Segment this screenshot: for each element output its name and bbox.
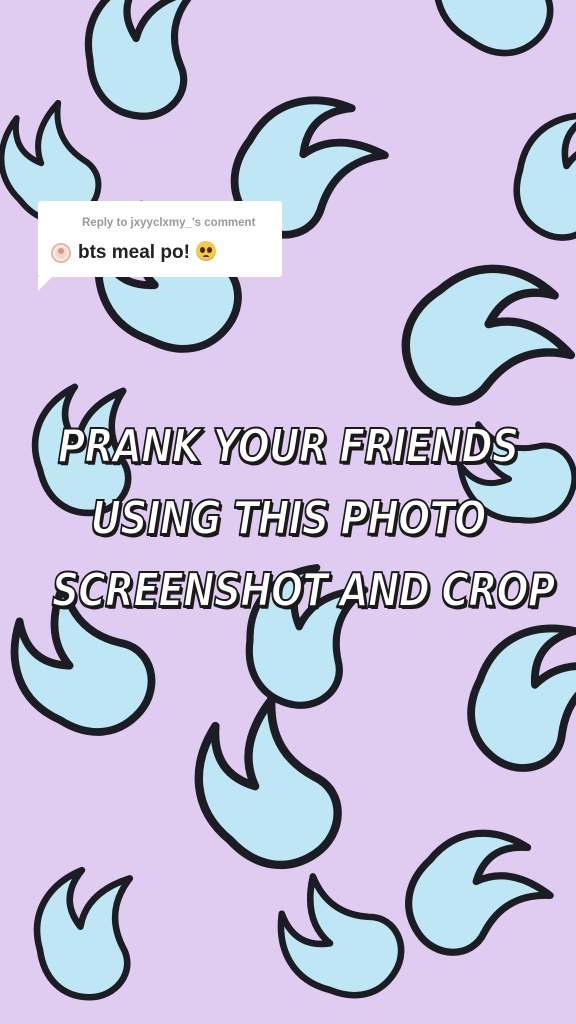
- reply-comment-card[interactable]: Reply to jxyyclxmy_'s comment bts meal p…: [38, 201, 282, 291]
- headline-line-3: SCREENSHOT AND CROP: [51, 562, 556, 618]
- pleading-face-icon: [195, 241, 216, 261]
- flame-icon: [391, 815, 558, 964]
- flame-icon: [67, 0, 216, 129]
- flame-icon: [415, 0, 564, 75]
- flame-icon: [394, 257, 575, 409]
- comment-text: bts meal po!: [78, 242, 190, 263]
- flame-icon: [178, 691, 351, 886]
- headline-text: PRANK YOUR FRIENDS USING THIS PHOTO SCRE…: [51, 410, 556, 626]
- flame-icon: [258, 862, 418, 1022]
- headline-line-2: USING THIS PHOTO: [90, 490, 488, 546]
- flame-icon: [441, 601, 576, 787]
- avatar-icon: [55, 247, 67, 259]
- reply-comment-text: bts meal po!: [78, 241, 216, 264]
- headline-line-1: PRANK YOUR FRIENDS: [57, 418, 520, 474]
- avatar: [51, 243, 71, 263]
- flame-icon: [21, 858, 149, 1006]
- reply-header: Reply to jxyyclxmy_'s comment: [82, 217, 256, 229]
- flame-icon: [490, 93, 576, 254]
